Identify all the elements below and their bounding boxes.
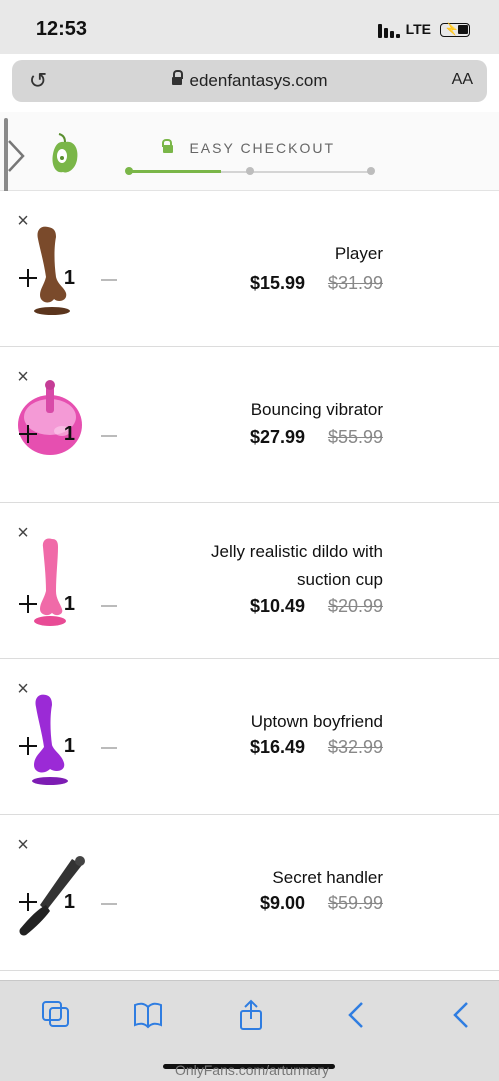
back-chevron-icon[interactable] — [5, 138, 27, 174]
product-title[interactable]: Bouncing vibrator — [0, 397, 383, 423]
close-icon[interactable]: × — [13, 678, 33, 700]
sale-price: $10.49 — [249, 596, 305, 616]
increase-button[interactable] — [19, 425, 37, 443]
close-icon[interactable]: × — [13, 834, 33, 856]
signal-icon — [378, 24, 400, 38]
increase-button[interactable] — [19, 595, 37, 613]
quantity-stepper[interactable]: 1 — [17, 265, 117, 295]
sale-price: $16.49 — [249, 737, 305, 757]
mirrored-page: 12:53 LTE ⚡ ↻ edenfantasys.com AA EASY C… — [0, 0, 499, 1081]
increase-button[interactable] — [19, 269, 37, 287]
url-domain: edenfantasys.com — [189, 71, 328, 90]
checkout-step-2 — [246, 167, 254, 175]
quantity-value: 1 — [63, 735, 75, 757]
original-price: $55.99 — [327, 427, 383, 447]
sale-price: $9.00 — [259, 893, 305, 913]
status-bar: 12:53 LTE ⚡ — [0, 0, 499, 54]
close-icon[interactable]: × — [13, 366, 33, 388]
quantity-stepper[interactable]: 1 — [17, 733, 117, 763]
price-row: $20.99 $10.49 — [183, 596, 383, 620]
tabs-icon[interactable] — [39, 999, 71, 1031]
decrease-button[interactable] — [101, 435, 117, 437]
quantity-stepper[interactable]: 1 — [17, 591, 117, 621]
status-time: 12:53 — [36, 18, 88, 40]
decrease-button[interactable] — [101, 279, 117, 281]
original-price: $59.99 — [327, 893, 383, 913]
cart-item: Uptown boyfriend $32.99 $16.49 × 1 — [0, 659, 499, 815]
checkout-progress-fill — [128, 170, 221, 173]
price-row: $32.99 $16.49 — [183, 737, 383, 761]
price-row: $31.99 $15.99 — [183, 273, 383, 297]
product-title[interactable]: Uptown boyfriend — [0, 709, 383, 735]
original-price: $32.99 — [327, 737, 383, 757]
quantity-stepper[interactable]: 1 — [17, 421, 117, 451]
cart-item: Secret handler $59.99 $9.00 × 1 — [0, 815, 499, 971]
back-icon[interactable] — [340, 999, 372, 1031]
bookmarks-icon[interactable] — [132, 999, 164, 1031]
status-indicators: LTE ⚡ — [378, 20, 482, 40]
sale-price: $15.99 — [249, 273, 305, 293]
sale-price: $27.99 — [249, 427, 305, 447]
original-price: $20.99 — [327, 596, 383, 616]
cart-item: Player $31.99 $15.99 × 1 — [0, 191, 499, 347]
decrease-button[interactable] — [101, 605, 117, 607]
logo-icon[interactable] — [49, 132, 81, 176]
cart-item: Jelly realistic dildo with suction cup $… — [0, 503, 499, 659]
checkout-step-3 — [367, 167, 375, 175]
quantity-value: 1 — [63, 423, 75, 445]
quantity-value: 1 — [63, 891, 75, 913]
product-title-line2[interactable]: suction cup — [0, 567, 383, 593]
quantity-stepper[interactable]: 1 — [17, 889, 117, 919]
lock-icon — [172, 75, 182, 87]
quantity-value: 1 — [63, 593, 75, 615]
product-title[interactable]: Jelly realistic dildo with — [0, 539, 383, 565]
forward-icon[interactable] — [445, 999, 477, 1031]
original-price: $31.99 — [327, 273, 383, 293]
decrease-button[interactable] — [101, 747, 117, 749]
increase-button[interactable] — [19, 893, 37, 911]
decrease-button[interactable] — [101, 903, 117, 905]
product-title[interactable]: Secret handler — [0, 865, 383, 891]
battery-icon: ⚡ — [440, 22, 470, 37]
price-row: $59.99 $9.00 — [183, 893, 383, 917]
close-icon[interactable]: × — [13, 522, 33, 544]
cart-item: Bouncing vibrator $55.99 $27.99 × 1 — [0, 347, 499, 503]
url-display[interactable]: edenfantasys.com — [12, 71, 487, 91]
checkout-lock-icon — [163, 140, 173, 152]
share-icon[interactable] — [235, 999, 267, 1031]
checkout-step-1 — [125, 167, 133, 175]
quantity-value: 1 — [63, 267, 75, 289]
checkout-header: EASY CHECKOUT — [0, 112, 499, 191]
checkout-label: EASY CHECKOUT — [189, 140, 335, 156]
address-bar[interactable]: ↻ edenfantasys.com AA — [12, 60, 487, 102]
watermark-text: OnlyFans.com/arturmary — [174, 1062, 329, 1078]
increase-button[interactable] — [19, 737, 37, 755]
product-title[interactable]: Player — [0, 241, 383, 267]
reader-button[interactable]: AA — [452, 71, 473, 89]
network-label: LTE — [406, 21, 432, 37]
close-icon[interactable]: × — [13, 210, 33, 232]
price-row: $55.99 $27.99 — [183, 427, 383, 451]
